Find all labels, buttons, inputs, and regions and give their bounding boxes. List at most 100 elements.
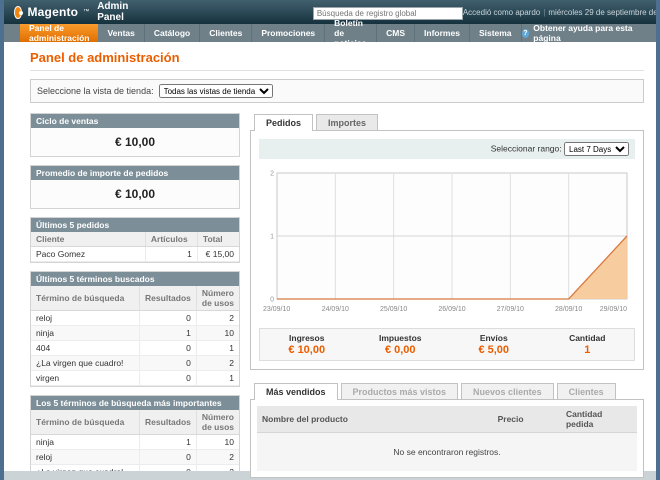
svg-text:23/09/10: 23/09/10 [263,306,290,313]
separator: | [543,7,546,17]
nav-item[interactable]: Catálogo [145,24,201,42]
last-orders-table: Cliente Artículos Total Paco Gomez 1 € 15,00 [31,232,239,262]
stat-value: € 0,00 [384,344,416,356]
average-orders-box: Promedio de importe de pedidos € 10,00 [30,165,240,209]
magento-logo: Magento ™ Admin Panel [14,1,133,23]
box-title: Ciclo de ventas [31,114,239,128]
average-orders-value: € 10,00 [31,180,239,208]
table-cell: 1 [196,340,239,356]
grid-tabs: Más vendidos Productos más vistos Nuevos c… [250,382,644,400]
table-cell: 1 [196,370,239,386]
column-header: Número de usos [196,410,239,435]
table-cell: reloj [31,310,141,326]
tab[interactable]: Nuevos clientes [461,383,554,400]
nav-item[interactable]: Sistema [470,24,522,42]
stat-value: € 10,00 [288,344,326,356]
main-nav: Panel de administración Ventas Catálogo Cli… [4,18,656,48]
table-cell: € 15,00 [197,246,239,262]
bestsellers-panel: Nombre del producto Precio Cantidad pedida… [250,399,644,478]
table-row: ¿La virgen que cuadro!02 [31,355,239,371]
box-title: Los 5 términos de búsqueda más important… [31,396,239,410]
table-row: ninja 1 10 [31,434,239,450]
table-row: Paco Gomez 1 € 15,00 [31,246,239,262]
admin-window: Magento ™ Admin Panel Accedió como apardo… [0,0,660,480]
svg-text:0: 0 [270,297,274,304]
table-cell: ¿La virgen que cuadro! [31,355,141,371]
svg-text:29/09/10: 29/09/10 [600,306,627,313]
nav-item[interactable]: Panel de administración [20,23,99,43]
table-cell: reloj [31,449,141,465]
column-header: Término de búsqueda [31,286,141,311]
table-cell: 0 [139,449,197,465]
nav-item[interactable]: Boletín de noticias [325,18,378,48]
store-view-label: Seleccione la vista de tienda: [37,86,154,96]
table-cell: 0 [139,340,197,356]
nav-item[interactable]: CMS [377,24,416,42]
table-row: ninja 1 10 [31,325,239,341]
dashboard-sidebar: Ciclo de ventas € 10,00 Promedio de impo… [30,113,240,480]
help-link[interactable]: ? Obtener ayuda para esta página [521,23,644,43]
nav-item[interactable]: Ventas [98,24,145,42]
column-header: Artículos [145,232,198,247]
svg-text:2: 2 [270,171,274,178]
table-cell: 2 [196,310,239,326]
stat: Ingresos € 10,00 [260,333,354,356]
table-cell: 2 [196,355,239,371]
column-header: Resultados [139,286,197,311]
last-orders-box: Últimos 5 pedidos Cliente Artículos Total … [30,217,240,263]
help-label: Obtener ayuda para esta página [533,23,633,43]
table-cell: Paco Gomez [31,246,146,262]
table-cell: 2 [196,449,239,465]
nav-item[interactable]: Informes [415,24,470,42]
user-info: Accedió como apardo | miércoles 29 de sept… [463,7,656,17]
bestsellers-table: Nombre del producto Precio Cantidad pedida… [257,406,637,471]
svg-text:1: 1 [270,234,274,241]
stat-label: Envíos [479,333,508,343]
nav-item[interactable]: Clientes [200,24,253,42]
svg-text:24/09/10: 24/09/10 [322,306,349,313]
stat: Cantidad 1 [541,333,635,356]
tab[interactable]: Importes [316,114,379,131]
table-row: 404 0 1 [31,340,239,356]
lifetime-sales-box: Ciclo de ventas € 10,00 [30,113,240,157]
table-cell: 1 [145,246,198,262]
stat: Envíos € 5,00 [447,333,541,356]
tab[interactable]: Más vendidos [254,383,338,400]
svg-text:26/09/10: 26/09/10 [438,306,465,313]
table-cell: 1 [139,434,197,450]
stat: Impuestos € 0,00 [354,333,448,356]
range-select[interactable]: Last 7 Days [564,142,629,156]
chart-tabs: Pedidos Importes [250,113,644,131]
column-header: Cantidad pedida [560,406,637,433]
empty-message: No se encontraron registros. [257,432,637,471]
table-row: reloj 0 2 [31,310,239,326]
tab[interactable]: Pedidos [254,114,314,131]
help-icon: ? [521,28,530,38]
top-search-terms-box: Los 5 términos de búsqueda más important… [30,395,240,480]
column-header: Total [197,232,239,247]
store-view-select[interactable]: Todas las vistas de tienda [158,84,273,98]
area-chart-svg: 0 1 2 23/09/10 24/09/10 25/09/10 26/09/10 27/09… [263,171,628,313]
range-label: Seleccionar rango: [490,143,562,154]
store-view-switcher: Seleccione la vista de tienda: Todas las… [30,79,644,103]
table-cell: 0 [139,370,197,386]
table-cell: 10 [196,434,239,450]
tab[interactable]: Clientes [556,383,616,400]
dashboard-main: Pedidos Importes Seleccionar rango: Last … [250,113,644,480]
tab[interactable]: Productos más vistos [340,383,459,400]
box-title: Promedio de importe de pedidos [31,166,239,180]
stat-value: € 5,00 [478,344,510,356]
box-title: Últimos 5 términos buscados [31,272,239,286]
svg-text:28/09/10: 28/09/10 [555,306,582,313]
svg-text:25/09/10: 25/09/10 [380,306,407,313]
range-bar: Seleccionar rango: Last 7 Days [259,139,635,159]
column-header: Cliente [31,232,146,247]
page-title: Panel de administración [30,50,644,71]
column-header: Resultados [139,410,197,435]
lifetime-sales-value: € 10,00 [31,128,239,156]
box-title: Últimos 5 pedidos [31,218,239,232]
orders-chart: 0 1 2 23/09/10 24/09/10 25/09/10 26/09/10 27/09… [259,165,635,320]
content-area: Panel de administración Seleccione la vi… [4,42,656,480]
nav-item[interactable]: Promociones [252,24,326,42]
table-cell: 0 [139,310,197,326]
